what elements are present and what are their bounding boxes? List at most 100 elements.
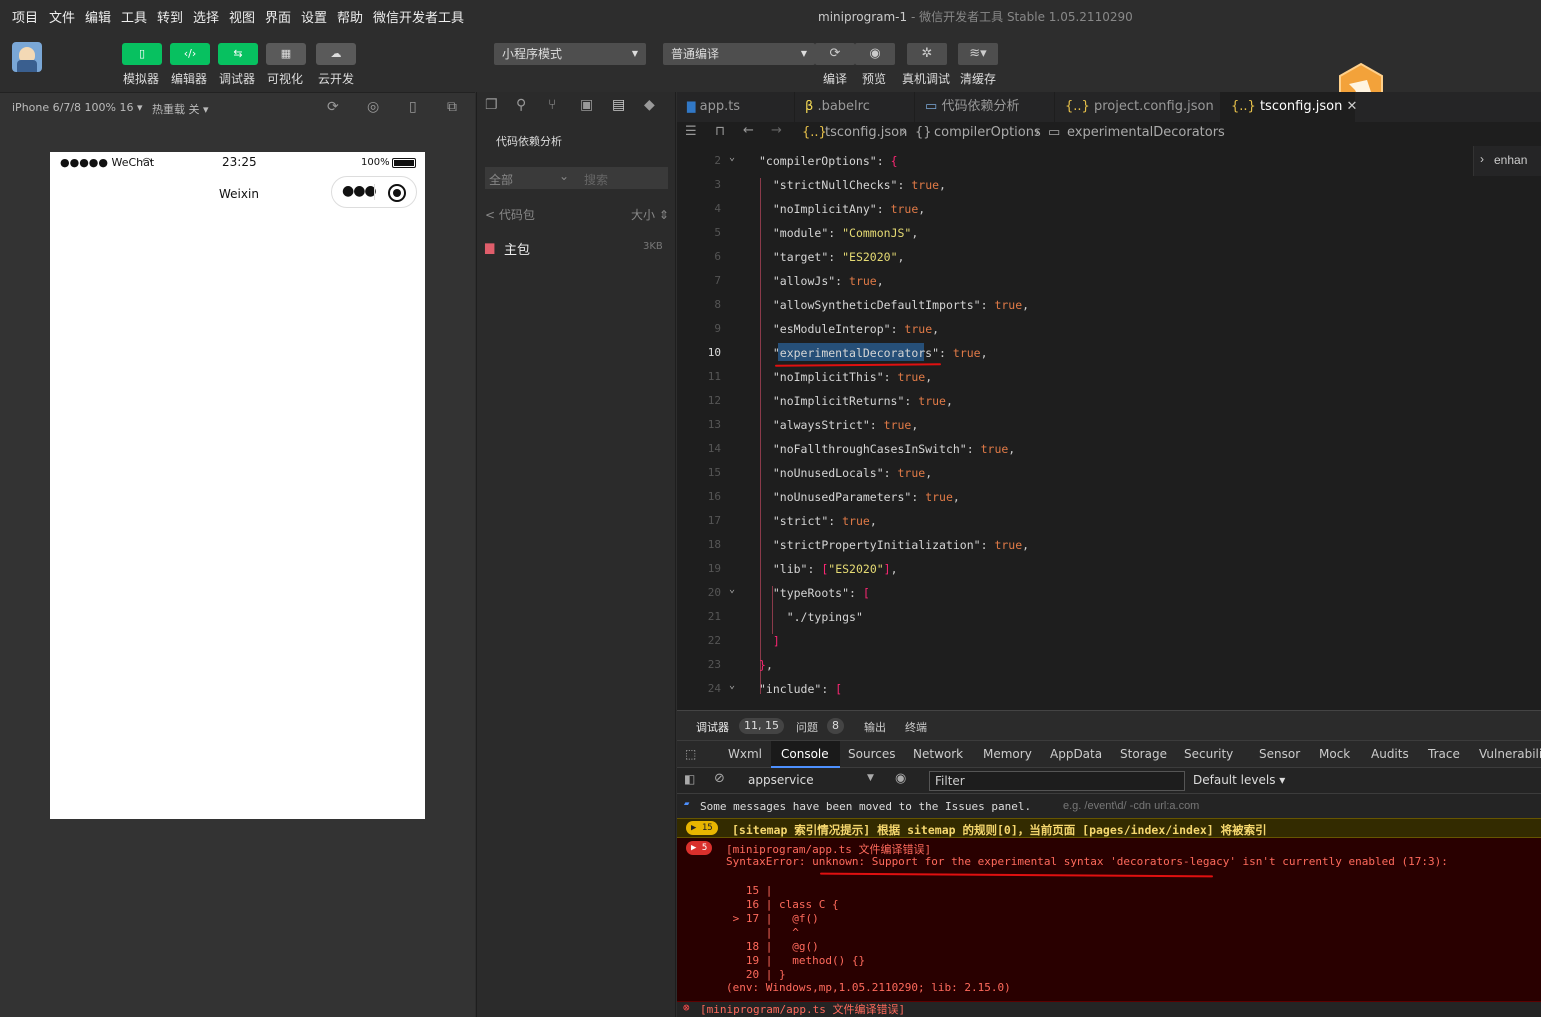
menu-edit[interactable]: 编辑 [85, 7, 111, 26]
cloud-dev-button[interactable]: ☁ [316, 43, 356, 65]
search-icon[interactable]: ⚲ [516, 97, 526, 113]
tab-project-config[interactable]: {..} project.config.json [1055, 92, 1221, 122]
devtab-memory[interactable]: Memory [983, 747, 1032, 761]
devtab-security[interactable]: Security [1184, 747, 1233, 761]
refresh-icon[interactable]: ⟳ [327, 99, 339, 115]
compile-mode-select[interactable]: 普通编译 ▼ [663, 43, 815, 65]
tab-tsconfig[interactable]: {..} tsconfig.json ✕ [1221, 92, 1357, 122]
debugger-label: 调试器 [219, 72, 256, 86]
breadcrumb-file[interactable]: tsconfig.json [825, 125, 907, 140]
outline-peek[interactable]: › enhan [1473, 146, 1541, 176]
list-icon[interactable]: ☰ [685, 124, 697, 139]
menu-file[interactable]: 文件 [49, 7, 75, 26]
output-tab[interactable]: 输出 [864, 719, 886, 735]
devtab-trace[interactable]: Trace [1428, 747, 1460, 761]
devtab-storage[interactable]: Storage [1120, 747, 1167, 761]
menu-project[interactable]: 项目 [12, 7, 38, 26]
device-select[interactable]: iPhone 6/7/8 100% 16 ▾ [12, 101, 143, 114]
menu-help[interactable]: 帮助 [337, 7, 363, 26]
dependency-icon[interactable]: ▤ [612, 97, 625, 113]
code-line: "alwaysStrict": true, [772, 418, 919, 432]
tab-dependency-analysis[interactable]: ▭ 代码依赖分析 [915, 92, 1055, 122]
package-size: 3KB [643, 241, 663, 252]
devtab-sources[interactable]: Sources [848, 747, 895, 761]
error-message-block[interactable]: ▶ 5 [miniprogram/app.ts 文件编译错误] SyntaxEr… [677, 838, 1541, 1002]
context-select[interactable]: appservice [748, 773, 814, 787]
terminal-tab[interactable]: 终端 [905, 719, 927, 735]
editor-label: 编辑器 [171, 72, 208, 86]
back-arrow-icon[interactable]: ← [743, 123, 754, 138]
fold-chevron-icon[interactable]: ⌄ [729, 584, 735, 595]
menu-tools[interactable]: 工具 [121, 7, 147, 26]
compile-button[interactable]: ⟳ [815, 43, 855, 65]
devtab-appdata[interactable]: AppData [1050, 747, 1102, 761]
tab-label: 代码依赖分析 [941, 99, 1020, 114]
devtab-wxml[interactable]: Wxml [728, 747, 762, 761]
avatar[interactable] [12, 42, 42, 72]
line-number: 2 [714, 154, 721, 167]
compile-mode-value: 普通编译 [671, 47, 720, 61]
tab-babelrc[interactable]: β .babelrc [795, 92, 915, 122]
package-name[interactable]: 主包 [504, 239, 530, 258]
breadcrumb-separator: › [901, 125, 907, 140]
devtab-console[interactable]: Console [781, 747, 829, 761]
devtab-mock[interactable]: Mock [1319, 747, 1350, 761]
remote-debug-button[interactable]: ✲ [907, 43, 947, 65]
debugger-tab[interactable]: 调试器 [696, 719, 729, 735]
sidebar-toggle-icon[interactable]: ◧ [684, 772, 695, 786]
breadcrumb-property[interactable]: experimentalDecorators [1067, 125, 1225, 140]
close-icon[interactable]: ✕ [1346, 99, 1357, 114]
fold-chevron-icon[interactable]: ⌄ [729, 152, 735, 163]
warning-message-row[interactable]: ▶ 15 [sitemap 索引情况提示] 根据 sitemap 的规则[0]，… [677, 818, 1541, 838]
menu-devtools[interactable]: 微信开发者工具 [373, 7, 464, 26]
extensions-icon[interactable]: ▣ [580, 97, 593, 113]
filter-all-select[interactable]: 全部 [489, 171, 513, 188]
console-filter-input[interactable]: Filter [929, 771, 1185, 791]
inspect-icon[interactable]: ⬚ [685, 747, 696, 761]
preview-button[interactable]: ◉ [855, 43, 895, 65]
tab-app-ts[interactable]: ▇ app.ts [677, 92, 795, 122]
breadcrumb: ☰ ⊓ ← → {..} tsconfig.json › {} compiler… [677, 122, 1541, 146]
close-mini-program-icon[interactable] [388, 184, 406, 202]
devtab-sensor[interactable]: Sensor [1259, 747, 1300, 761]
code-line: "allowSyntheticDefaultImports": true, [772, 298, 1030, 312]
editor-toggle-button[interactable]: ‹/› [170, 43, 210, 65]
problems-tab[interactable]: 问题 [796, 719, 818, 735]
menu-select[interactable]: 选择 [193, 7, 219, 26]
tab-label: .babelrc [817, 99, 870, 114]
phone-icon[interactable]: ▯ [409, 99, 417, 115]
copy-icon[interactable]: ❐ [485, 97, 498, 113]
more-icon[interactable]: ●●● [342, 183, 377, 199]
clear-cache-button[interactable]: ≋▾ [958, 43, 998, 65]
nav-title: Weixin [219, 187, 259, 201]
eye-icon[interactable]: ◉ [895, 771, 906, 786]
docker-icon[interactable]: ◆ [644, 97, 655, 113]
stop-icon[interactable]: ◎ [367, 99, 379, 115]
branch-icon[interactable]: ⑂ [548, 97, 556, 113]
size-sort-toggle[interactable]: 大小 ⇕ [631, 206, 669, 223]
simulator-toggle-button[interactable]: ▯ [122, 43, 162, 65]
menu-goto[interactable]: 转到 [157, 7, 183, 26]
mode-select[interactable]: 小程序模式 ▼ [494, 43, 646, 65]
devtab-network[interactable]: Network [913, 747, 963, 761]
forward-arrow-icon[interactable]: → [771, 123, 782, 138]
menu-interface[interactable]: 界面 [265, 7, 291, 26]
devtab-audits[interactable]: Audits [1371, 747, 1409, 761]
code-editor[interactable]: 2 3 4 5 6 7 8 9 10 11 12 13 14 15 16 17 18 19 20 21 22 23 24 ⌄… [677, 146, 1541, 710]
line-number: 17 [707, 514, 721, 527]
back-to-packages[interactable]: < 代码包 [485, 206, 535, 223]
hot-reload-toggle[interactable]: 热重载 关 ▾ [152, 101, 209, 117]
line-number: 22 [707, 634, 721, 647]
menu-settings[interactable]: 设置 [301, 7, 327, 26]
menu-view[interactable]: 视图 [229, 7, 255, 26]
visual-toggle-button[interactable]: ▦ [266, 43, 306, 65]
search-input[interactable]: 搜索 [584, 171, 608, 188]
debugger-toggle-button[interactable]: ⇆ [218, 43, 258, 65]
breadcrumb-compiler-options[interactable]: compilerOptions [934, 125, 1041, 140]
clear-console-icon[interactable]: ⊘ [714, 771, 725, 786]
devtab-vulnerability[interactable]: Vulnerability [1479, 747, 1541, 761]
bookmark-icon[interactable]: ⊓ [715, 124, 725, 139]
detach-window-icon[interactable]: ⧉ [447, 99, 457, 115]
log-levels-select[interactable]: Default levels ▾ [1193, 773, 1285, 787]
fold-chevron-icon[interactable]: ⌄ [729, 680, 735, 691]
